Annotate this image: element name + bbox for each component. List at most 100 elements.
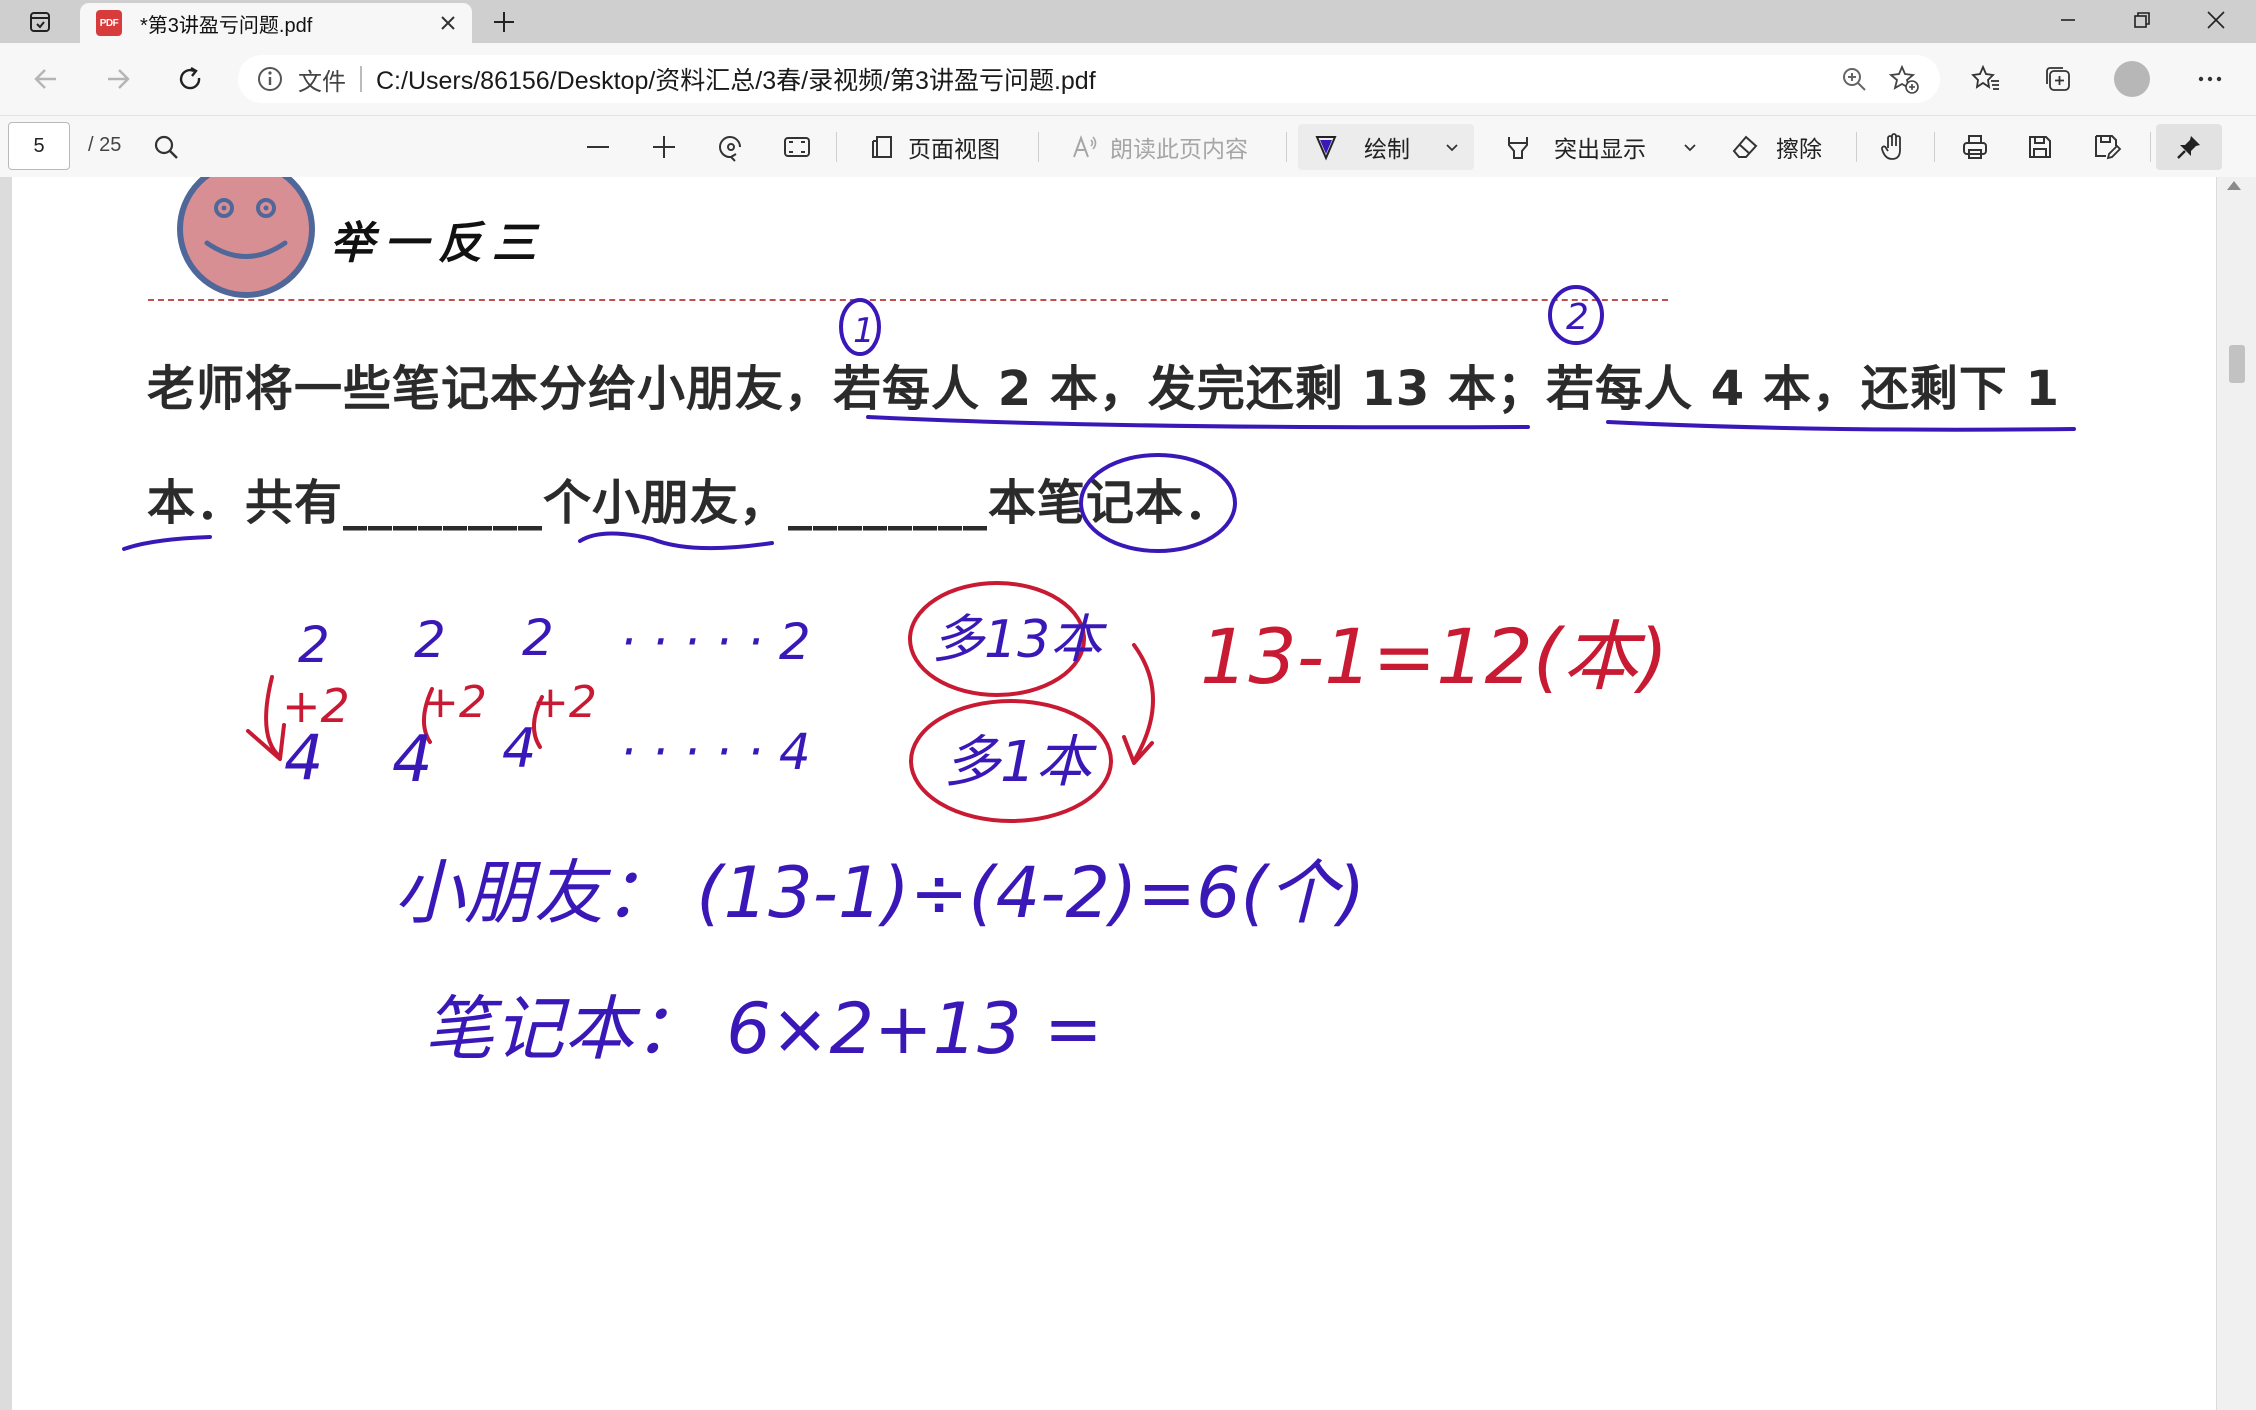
toolbar-divider xyxy=(1038,132,1039,162)
print-button[interactable] xyxy=(1960,124,1990,170)
scroll-thumb[interactable] xyxy=(2229,345,2245,383)
pdf-toolbar: 5 / 25 页面视图 朗读此页内容 绘制 突出显示 擦除 xyxy=(0,115,2256,286)
underline-condition-1 xyxy=(866,415,1530,430)
ink-step-2: +2 xyxy=(422,677,487,728)
ink-row2-d: · · · · · 4 xyxy=(620,723,811,781)
close-icon xyxy=(441,16,455,30)
add-favorite-button[interactable] xyxy=(1882,57,1926,101)
pdf-viewer: 举一反三 老师将一些笔记本分给小朋友，若每人 2 本，发完还剩 13 本；若每人… xyxy=(0,177,2256,1410)
search-icon xyxy=(154,135,178,159)
zoom-out-button[interactable] xyxy=(584,124,612,170)
scroll-up-arrow-icon[interactable] xyxy=(2227,181,2241,190)
ink-diff-equation: 13-1=12(本) xyxy=(1200,612,1668,701)
underline-children xyxy=(578,531,774,551)
save-as-icon xyxy=(2095,135,2122,160)
highlight-label: 突出显示 xyxy=(1554,136,1646,162)
save-icon xyxy=(2029,136,2051,158)
refresh-icon xyxy=(179,66,201,90)
fit-page-button[interactable] xyxy=(782,124,812,170)
ink-circle-1-label: 1 xyxy=(853,311,875,351)
back-button[interactable] xyxy=(24,57,68,101)
tab-strip: PDF *第3讲盈亏问题.pdf xyxy=(0,0,2256,43)
pen-icon xyxy=(1315,136,1337,161)
hand-icon xyxy=(1881,133,1901,160)
url-text[interactable]: C:/Users/86156/Desktop/资料汇总/3春/录视频/第3讲盈亏… xyxy=(376,61,1832,97)
page-view-button[interactable]: 页面视图 xyxy=(868,124,1000,170)
ink-row2-c: 4 xyxy=(502,717,536,780)
circle-notebook xyxy=(1079,453,1237,553)
erase-button[interactable]: 擦除 xyxy=(1730,124,1822,170)
ink-notebooks-equation: 笔记本： 6×2+13 = xyxy=(424,988,1103,1070)
scheme-divider xyxy=(360,66,362,92)
minus-icon xyxy=(587,146,609,148)
page-number-input[interactable]: 5 xyxy=(8,122,70,170)
ink-step-3: +2 xyxy=(532,677,597,728)
favorites-button[interactable] xyxy=(1964,57,2008,101)
more-icon xyxy=(2198,76,2222,82)
arrow-left-icon xyxy=(34,69,56,89)
ink-row2-b: 4 xyxy=(392,723,433,797)
chevron-down-icon xyxy=(1684,144,1696,152)
ink-row1-d: · · · · · 2 xyxy=(620,613,811,671)
star-plus-icon xyxy=(1889,64,1919,94)
tab-actions-icon xyxy=(30,12,50,32)
erase-label: 擦除 xyxy=(1776,136,1822,162)
read-aloud-icon xyxy=(1073,135,1097,158)
restore-button[interactable] xyxy=(2106,0,2178,40)
ink-extra-13: 多13本 xyxy=(932,610,1107,670)
toolbar-divider xyxy=(2150,132,2151,162)
pdf-file-icon: PDF xyxy=(96,10,122,36)
settings-more-button[interactable] xyxy=(2188,57,2232,101)
page-view-label: 页面视图 xyxy=(908,136,1000,162)
page-view-icon xyxy=(872,136,892,158)
highlighter-icon xyxy=(1508,137,1528,159)
highlight-button[interactable]: 突出显示 xyxy=(1504,124,1698,170)
vertical-scrollbar[interactable] xyxy=(2217,177,2256,1410)
find-button[interactable] xyxy=(152,124,180,170)
ink-annotations: 1 2 2 2 2 · · · · · 2 +2 +2 +2 4 4 4 · ·… xyxy=(122,285,2076,1070)
save-button[interactable] xyxy=(2026,124,2054,170)
browser-tab[interactable]: PDF *第3讲盈亏问题.pdf xyxy=(80,3,472,43)
toolbar-divider xyxy=(1934,132,1935,162)
toolbar-divider xyxy=(1286,132,1287,162)
pin-toolbar-button[interactable] xyxy=(2156,124,2222,170)
info-icon[interactable] xyxy=(256,65,284,93)
refresh-button[interactable] xyxy=(168,57,212,101)
ink-row2-a: 4 xyxy=(284,721,323,794)
profile-button[interactable] xyxy=(2110,57,2154,101)
scheme-label: 文件 xyxy=(298,68,346,96)
rotate-button[interactable] xyxy=(716,124,746,170)
toolbar-divider xyxy=(1856,132,1857,162)
ink-row1-b: 2 xyxy=(414,611,446,669)
forward-button[interactable] xyxy=(96,57,140,101)
address-bar[interactable]: 文件 C:/Users/86156/Desktop/资料汇总/3春/录视频/第3… xyxy=(238,55,1940,103)
collections-button[interactable] xyxy=(2036,57,2080,101)
draw-label: 绘制 xyxy=(1364,136,1410,162)
ink-extra-1: 多1本 xyxy=(944,730,1098,795)
arrow-step-1 xyxy=(246,675,286,761)
plus-icon xyxy=(653,136,675,158)
favorites-icon xyxy=(1971,64,1999,90)
ink-circle-2-label: 2 xyxy=(1566,297,1589,338)
zoom-in-button[interactable] xyxy=(650,124,678,170)
underline-condition-2 xyxy=(1606,420,2076,432)
close-window-button[interactable] xyxy=(2180,0,2252,40)
address-bar-row: 文件 C:/Users/86156/Desktop/资料汇总/3春/录视频/第3… xyxy=(0,43,2256,115)
ink-row1-c: 2 xyxy=(522,609,554,667)
tab-actions-button[interactable] xyxy=(14,6,66,38)
read-aloud-button[interactable]: 朗读此页内容 xyxy=(1070,124,1248,170)
touch-write-button[interactable] xyxy=(1878,124,1908,170)
zoom-icon xyxy=(1843,68,1866,91)
minimize-button[interactable] xyxy=(2032,0,2104,40)
fit-page-icon xyxy=(784,137,810,157)
ink-row1-a: 2 xyxy=(298,616,330,674)
read-aloud-label: 朗读此页内容 xyxy=(1110,136,1248,162)
save-as-button[interactable] xyxy=(2092,124,2122,170)
collections-icon xyxy=(2046,67,2070,91)
tab-close-button[interactable] xyxy=(430,5,466,41)
ink-children-equation: 小朋友： (13-1)÷(4-2)=6(个) xyxy=(394,852,1365,934)
pdf-page[interactable]: 举一反三 老师将一些笔记本分给小朋友，若每人 2 本，发完还剩 13 本；若每人… xyxy=(12,177,2216,1410)
new-tab-button[interactable] xyxy=(484,4,524,40)
zoom-button[interactable] xyxy=(1832,57,1876,101)
draw-button[interactable]: 绘制 xyxy=(1298,124,1474,170)
